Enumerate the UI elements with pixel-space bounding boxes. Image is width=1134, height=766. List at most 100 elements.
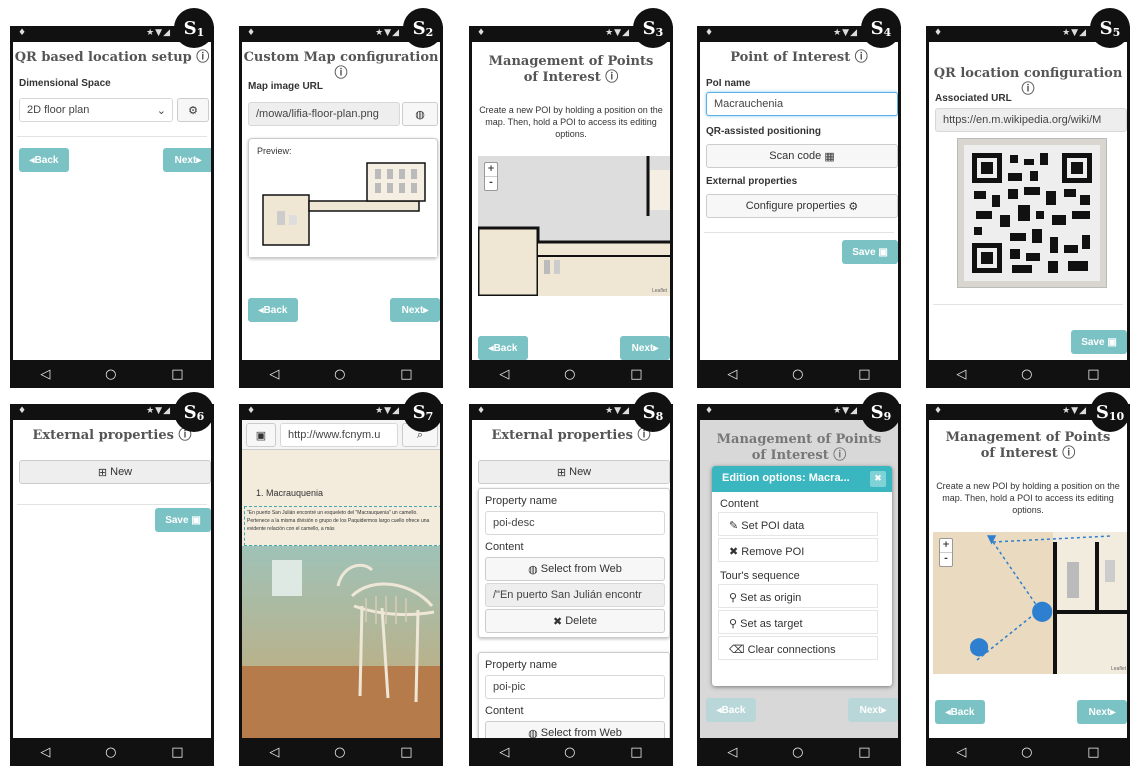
info-icon[interactable]: ⓘ [833,448,846,463]
home-nav-icon[interactable]: ○ [792,367,803,382]
info-icon[interactable]: ⓘ [855,50,868,65]
property-name-input[interactable]: poi-desc [485,511,665,535]
back-nav-icon[interactable]: ◁ [499,367,509,382]
poi-marker-icon[interactable]: ▼ [987,532,996,546]
screen-badge-s6: S6 [174,392,214,432]
recent-nav-icon[interactable]: □ [1087,745,1099,760]
select-from-web-button[interactable]: ◍ Select from Web [485,557,665,581]
poi-marker-icon[interactable]: ⬤ [969,636,989,657]
back-nav-icon[interactable]: ◁ [727,367,737,382]
dimensional-space-label: Dimensional Space [19,78,111,89]
zoom-out-button[interactable]: - [940,552,952,566]
content-input[interactable]: /"En puerto San Julián encontr [485,583,665,607]
back-nav-icon[interactable]: ◁ [727,745,737,760]
info-icon[interactable]: ⓘ [196,50,209,65]
back-nav-icon[interactable]: ◁ [499,745,509,760]
map-view[interactable]: + - Leaflet [478,156,670,296]
save-page-button[interactable]: ▣ [246,423,276,447]
scan-code-button[interactable]: Scan code ▦ [706,144,898,168]
set-as-origin-item[interactable]: ⚲ Set as origin [718,584,878,608]
settings-button[interactable]: ⚙ [177,98,209,122]
map-view[interactable]: ⬤ ⬤ ▼ + - Leaflet [933,532,1127,674]
recent-nav-icon[interactable]: □ [1087,367,1099,382]
globe-icon: ◍ [528,727,538,739]
remove-poi-item[interactable]: ✖ Remove POI [718,538,878,562]
back-button[interactable]: ◂ Back [706,698,756,722]
url-input[interactable]: http://www.fcnym.u [280,423,398,447]
poi-name-label: PoI name [706,78,751,89]
recent-nav-icon[interactable]: □ [630,745,642,760]
next-button[interactable]: Next ▸ [848,698,898,722]
delete-button[interactable]: ✖ Delete [485,609,665,633]
home-nav-icon[interactable]: ○ [792,745,803,760]
next-button[interactable]: Next ▸ [1077,700,1127,724]
recent-nav-icon[interactable]: □ [400,745,412,760]
back-button[interactable]: ◂ Back [248,298,298,322]
close-popup-button[interactable]: ✖ [870,471,886,487]
next-button[interactable]: Next ▸ [620,336,670,360]
property-card-1: Property name poi-desc Content ◍ Select … [478,488,670,638]
globe-button[interactable]: ◍ [402,102,438,126]
leaflet-attribution[interactable]: Leaflet [652,288,667,294]
home-nav-icon[interactable]: ○ [334,745,345,760]
next-button[interactable]: Next ▸ [390,298,440,322]
zoom-control[interactable]: + - [939,538,953,567]
dimensional-space-select[interactable]: 2D floor plan ⌄ [19,98,173,122]
poi-marker-icon[interactable]: ⬤ [1031,598,1053,622]
clear-connections-item[interactable]: ⌫ Clear connections [718,636,878,660]
recent-nav-icon[interactable]: □ [171,745,183,760]
zoom-in-button[interactable]: + [940,539,952,552]
back-nav-icon[interactable]: ◁ [269,367,279,382]
map-url-input[interactable]: /mowa/lifia-floor-plan.png [248,102,400,126]
zoom-in-button[interactable]: + [485,163,497,176]
select-from-web-button[interactable]: ◍ Select from Web [485,721,665,738]
back-nav-icon[interactable]: ◁ [956,745,966,760]
article-quote[interactable]: "En puerto San Julián encontré un esquel… [244,506,440,546]
back-button[interactable]: ◂ Back [478,336,528,360]
configure-properties-button[interactable]: Configure properties ⚙ [706,194,898,218]
home-nav-icon[interactable]: ○ [105,745,116,760]
back-nav-icon[interactable]: ◁ [40,745,50,760]
nav-bar: ◁ ○ □ [700,360,898,388]
save-button[interactable]: Save ▣ [155,508,211,532]
info-icon[interactable]: ⓘ [605,70,618,85]
home-nav-icon[interactable]: ○ [1021,745,1032,760]
associated-url-input[interactable]: https://en.m.wikipedia.org/wiki/M [935,108,1127,132]
home-nav-icon[interactable]: ○ [334,367,345,382]
save-button[interactable]: Save ▣ [842,240,898,264]
back-nav-icon[interactable]: ◁ [40,367,50,382]
back-button[interactable]: ◂ Back [19,148,69,172]
new-property-button[interactable]: ⊞ New [19,460,211,484]
recent-nav-icon[interactable]: □ [858,745,870,760]
save-icon: ▣ [878,246,888,258]
recent-nav-icon[interactable]: □ [400,367,412,382]
set-poi-data-item[interactable]: ✎ Set POI data [718,512,878,536]
save-button[interactable]: Save ▣ [1071,330,1127,354]
globe-icon: ◍ [415,108,425,121]
zoom-out-button[interactable]: - [485,176,497,190]
home-nav-icon[interactable]: ○ [564,745,575,760]
poi-name-input[interactable]: Macrauchenia [706,92,898,116]
leaflet-attribution[interactable]: Leaflet [1111,666,1126,672]
new-property-button[interactable]: ⊞ New [478,460,670,484]
qr-code-frame [957,138,1107,288]
info-icon[interactable]: ⓘ [1062,446,1075,461]
info-icon[interactable]: ⓘ [1021,82,1034,97]
recent-nav-icon[interactable]: □ [171,367,183,382]
property-name-input[interactable]: poi-pic [485,675,665,699]
back-nav-icon[interactable]: ◁ [269,745,279,760]
recent-nav-icon[interactable]: □ [858,367,870,382]
back-button[interactable]: ◂ Back [935,700,985,724]
info-icon[interactable]: ⓘ [334,66,347,81]
nav-bar: ◁ ○ □ [472,738,670,766]
zoom-control[interactable]: + - [484,162,498,191]
set-as-target-item[interactable]: ⚲ Set as target [718,610,878,634]
back-nav-icon[interactable]: ◁ [956,367,966,382]
home-nav-icon[interactable]: ○ [1021,367,1032,382]
screen-badge-s9: S9 [861,392,901,432]
home-nav-icon[interactable]: ○ [564,367,575,382]
home-nav-icon[interactable]: ○ [105,367,116,382]
next-button[interactable]: Next ▸ [163,148,211,172]
recent-nav-icon[interactable]: □ [630,367,642,382]
screen-s7: ♦ ★▼◢ ▣ http://www.fcnym.u ⌕ 1. Macrauque… [239,404,443,766]
